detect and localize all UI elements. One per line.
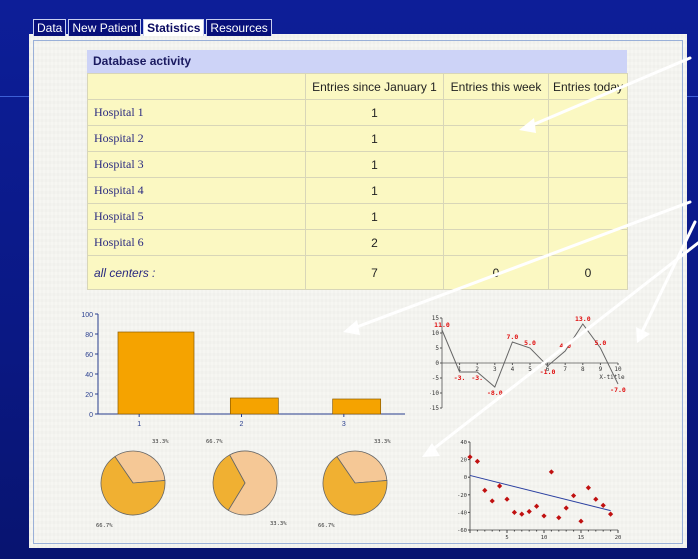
callout-arrow-head xyxy=(519,118,536,133)
callout-arrow xyxy=(640,220,697,334)
callout-arrow xyxy=(430,241,698,452)
callout-arrows xyxy=(343,56,698,457)
callout-arrow-head xyxy=(343,320,360,335)
callout-arrow xyxy=(352,200,692,330)
callout-arrow xyxy=(528,56,692,128)
